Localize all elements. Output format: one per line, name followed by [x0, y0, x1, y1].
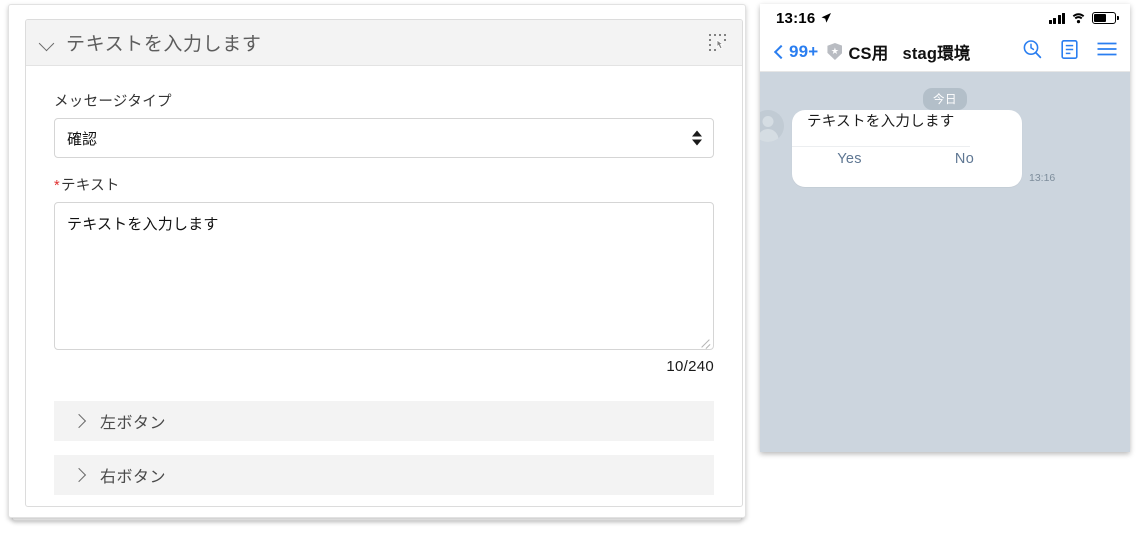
chat-nav-bar: 99+ ★ CS用 stag環境 — [760, 32, 1130, 72]
editor-card-stack: テキストを入力します メッセージタイプ 確認 *テキスト テキストを入力します … — [8, 4, 746, 521]
back-button[interactable]: 99+ — [772, 42, 818, 62]
drag-select-hand-icon[interactable] — [708, 33, 728, 53]
select-spinner-icon[interactable] — [692, 130, 702, 146]
date-separator: 今日 — [923, 88, 967, 110]
bubble-yes-button[interactable]: Yes — [792, 131, 907, 187]
phone-preview: 13:16 99+ ★ CS用 stag環境 今日 テキストを入力します Yes… — [760, 4, 1130, 452]
status-time-group: 13:16 — [776, 10, 832, 27]
ios-status-bar: 13:16 — [760, 4, 1130, 32]
shield-star-icon: ★ — [827, 43, 843, 60]
chat-area: 今日 テキストを入力します Yes No 13:16 — [760, 72, 1130, 452]
note-document-icon[interactable] — [1060, 39, 1079, 65]
editor-title: テキストを入力します — [66, 34, 262, 55]
chevron-left-icon — [772, 45, 785, 58]
message-editor-panel: テキストを入力します メッセージタイプ 確認 *テキスト テキストを入力します … — [25, 19, 743, 507]
chat-subtitle: stag環境 — [902, 44, 971, 63]
accordion-right-button-label: 右ボタン — [100, 469, 167, 486]
accordion-left-button-label: 左ボタン — [100, 415, 167, 432]
bubble-action-row: Yes No — [792, 131, 1022, 187]
chat-title: CS用 — [848, 44, 889, 63]
confirm-template-bubble: テキストを入力します Yes No — [792, 110, 1022, 187]
message-type-label: メッセージタイプ — [54, 94, 172, 110]
text-field-label-text: テキスト — [60, 178, 120, 194]
bubble-no-button[interactable]: No — [907, 131, 1022, 187]
chevron-down-icon[interactable] — [38, 34, 56, 52]
user-avatar-icon — [760, 110, 784, 142]
text-textarea[interactable]: テキストを入力します — [54, 202, 714, 350]
chevron-right-icon — [72, 413, 88, 429]
editor-header[interactable]: テキストを入力します — [26, 20, 742, 66]
resize-handle-icon[interactable] — [699, 335, 711, 347]
accordion-left-button[interactable]: 左ボタン — [54, 401, 714, 441]
wifi-icon — [1072, 13, 1085, 24]
status-time: 13:16 — [776, 9, 816, 27]
accordion-right-button[interactable]: 右ボタン — [54, 455, 714, 495]
message-timestamp: 13:16 — [1029, 172, 1056, 184]
screen-root: テキストを入力します メッセージタイプ 確認 *テキスト テキストを入力します … — [0, 0, 1148, 550]
battery-icon — [1092, 12, 1119, 24]
search-clock-icon[interactable] — [1022, 39, 1043, 65]
text-field-label: *テキスト — [54, 174, 714, 195]
hamburger-menu-icon[interactable] — [1096, 40, 1118, 63]
chevron-right-icon — [72, 467, 88, 483]
location-arrow-icon — [821, 13, 832, 23]
message-type-value: 確認 — [67, 130, 98, 148]
chat-message-row: テキストを入力します Yes No 13:16 — [760, 110, 1055, 187]
nav-actions — [1022, 39, 1118, 65]
status-indicators — [1048, 12, 1119, 24]
text-field-wrapper: テキストを入力します — [54, 202, 714, 350]
character-counter: 10/240 — [666, 358, 714, 375]
bubble-with-time: テキストを入力します Yes No 13:16 — [792, 110, 1055, 187]
back-button-label: 99+ — [789, 41, 819, 61]
signal-bars-icon — [1048, 12, 1065, 24]
required-asterisk: * — [54, 178, 60, 194]
editor-body: メッセージタイプ 確認 *テキスト テキストを入力します 10/240 左ボタン… — [26, 66, 742, 495]
button-accordions: 左ボタン 右ボタン — [54, 401, 714, 495]
message-type-select[interactable]: 確認 — [54, 118, 714, 158]
